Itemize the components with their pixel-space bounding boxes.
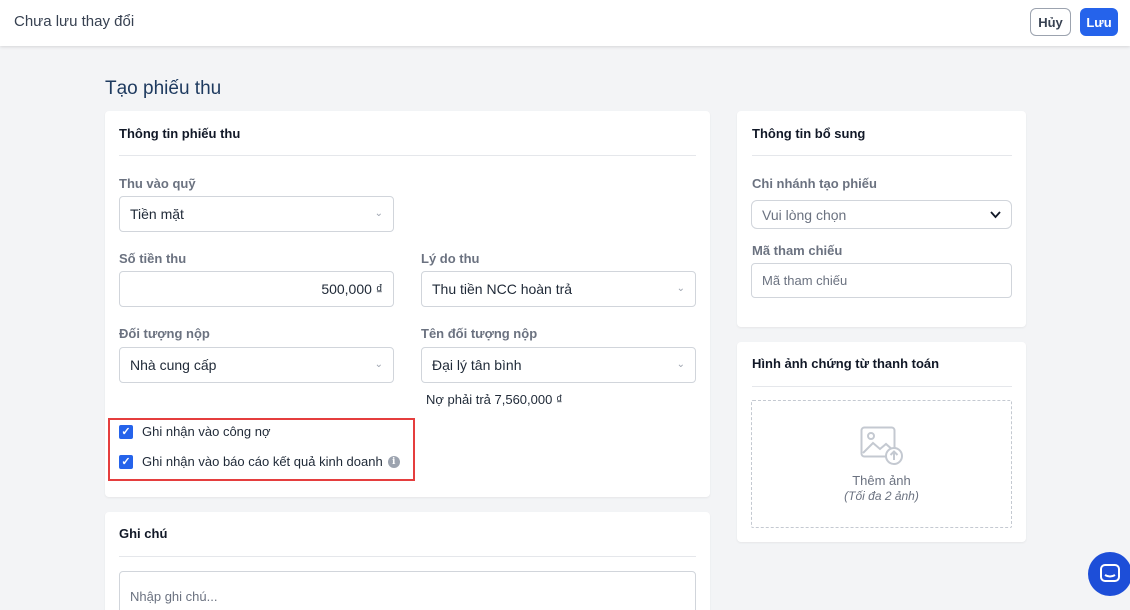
- reference-label: Mã tham chiếu: [752, 243, 843, 258]
- payer-type-select-value: Nhà cung cấp: [130, 357, 217, 373]
- notes-title: Ghi chú: [119, 526, 168, 541]
- payer-name-select-value: Đại lý tân bình: [432, 357, 522, 373]
- checkbox-checked-icon[interactable]: ✓: [119, 454, 133, 469]
- payer-type-label: Đối tượng nộp: [119, 326, 210, 341]
- image-upload-icon: [860, 426, 903, 465]
- fund-select[interactable]: Tiền mặt ⌄: [119, 196, 394, 232]
- payer-name-select[interactable]: Đại lý tân bình ⌄: [421, 347, 696, 383]
- payer-type-select[interactable]: Nhà cung cấp ⌄: [119, 347, 394, 383]
- chevron-down-icon: ⌄: [676, 359, 685, 370]
- save-button[interactable]: Lưu: [1080, 8, 1118, 36]
- chat-button[interactable]: [1088, 552, 1130, 596]
- receipt-info-divider: [119, 155, 696, 156]
- payment-images-divider: [752, 386, 1012, 387]
- cancel-button[interactable]: Hủy: [1030, 8, 1071, 36]
- debt-note: Nợ phải trả 7,560,000 ₫: [426, 392, 563, 407]
- receipt-info-title: Thông tin phiếu thu: [119, 126, 241, 141]
- additional-info-divider: [752, 155, 1012, 156]
- top-bar: Chưa lưu thay đổi Hủy Lưu: [0, 0, 1130, 46]
- reference-input[interactable]: [751, 263, 1012, 298]
- chevron-down-icon: ⌄: [676, 283, 685, 294]
- add-image-label: Thêm ảnh: [852, 473, 911, 488]
- fund-label: Thu vào quỹ: [119, 176, 196, 191]
- additional-info-title: Thông tin bổ sung: [752, 126, 866, 141]
- chevron-down-icon: [990, 211, 1001, 219]
- reason-select[interactable]: Thu tiền NCC hoàn trả ⌄: [421, 271, 696, 307]
- amount-input[interactable]: 500,000 ₫: [119, 271, 394, 307]
- branch-select-placeholder: Vui lòng chọn: [762, 206, 847, 223]
- reason-select-value: Thu tiền NCC hoàn trả: [432, 281, 573, 297]
- info-icon[interactable]: i: [387, 455, 400, 468]
- amount-label: Số tiền thu: [119, 251, 187, 266]
- branch-select[interactable]: Vui lòng chọn: [751, 200, 1012, 229]
- report-checkbox-row[interactable]: ✓ Ghi nhận vào báo cáo kết quả kinh doan…: [119, 454, 400, 469]
- report-checkbox-label: Ghi nhận vào báo cáo kết quả kinh doanh: [142, 454, 383, 469]
- notes-divider: [119, 556, 696, 557]
- debt-checkbox-label: Ghi nhận vào công nợ: [142, 424, 271, 439]
- fund-select-value: Tiền mặt: [130, 206, 184, 222]
- notes-input[interactable]: [119, 571, 696, 610]
- image-limit-note: (Tối đa 2 ảnh): [844, 489, 919, 503]
- chevron-down-icon: ⌄: [374, 359, 383, 370]
- debt-checkbox-row[interactable]: ✓ Ghi nhận vào công nợ: [119, 424, 271, 439]
- branch-label: Chi nhánh tạo phiếu: [752, 176, 877, 191]
- reason-label: Lý do thu: [421, 251, 480, 266]
- image-upload-area[interactable]: Thêm ảnh (Tối đa 2 ảnh): [751, 400, 1012, 528]
- page-title: Tạo phiếu thu: [105, 78, 222, 99]
- chevron-down-icon: ⌄: [374, 208, 383, 219]
- chat-icon: [1100, 564, 1120, 582]
- amount-input-value: 500,000 ₫: [321, 281, 383, 297]
- checkbox-checked-icon[interactable]: ✓: [119, 424, 133, 439]
- payer-name-label: Tên đối tượng nộp: [421, 326, 538, 341]
- payment-images-title: Hình ảnh chứng từ thanh toán: [752, 356, 940, 371]
- unsaved-changes-title: Chưa lưu thay đổi: [14, 13, 135, 30]
